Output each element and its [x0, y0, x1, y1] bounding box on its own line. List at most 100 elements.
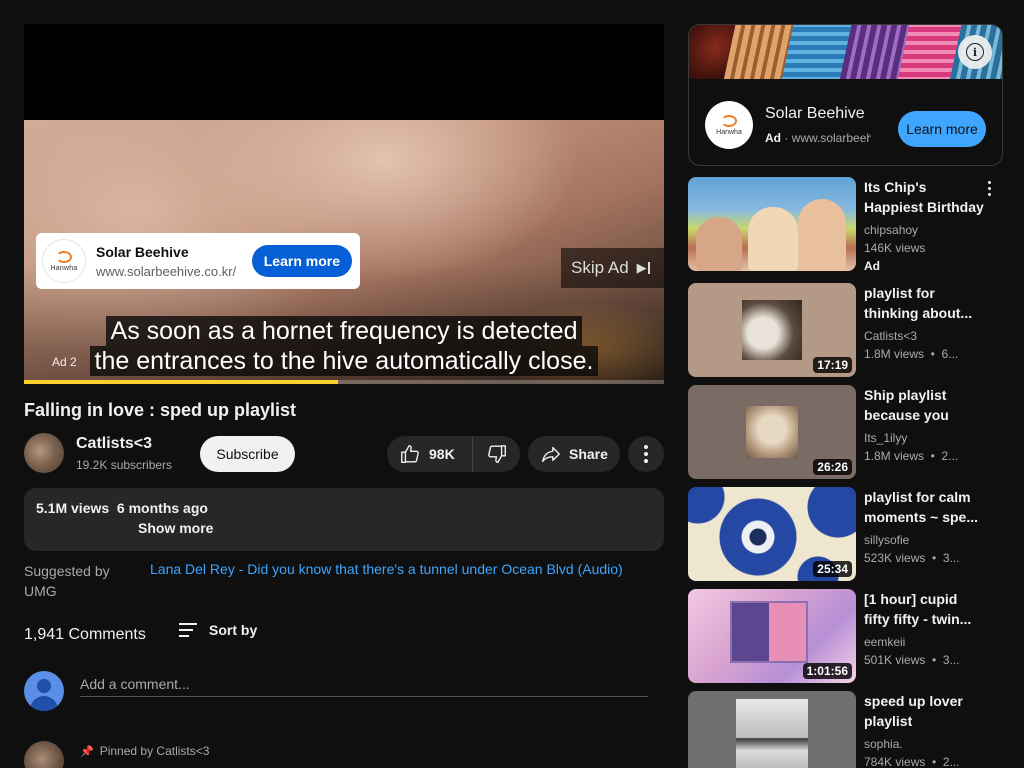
more-vert-icon — [644, 445, 648, 463]
ad-panel-url: www.solarbeehive.co.kr/ — [791, 131, 871, 145]
pinned-label: 📌 Pinned by Catlists<3 — [80, 744, 209, 758]
caption-line-2: the entrances to the hive automatically … — [89, 346, 599, 376]
recommendation-item[interactable]: speed up lover playlist sophia. 784K vie… — [688, 691, 1024, 768]
in-video-ad-card[interactable]: Hanwha Solar Beehive www.solarbeehive.co… — [36, 233, 360, 289]
recommendation-meta: 146K views — [864, 241, 926, 255]
like-button[interactable]: 98K — [387, 436, 473, 472]
more-actions-button[interactable] — [628, 436, 664, 472]
ad-tag: Ad — [765, 131, 781, 145]
thumbs-down-icon — [487, 445, 506, 463]
recommendation-channel[interactable]: Catlists<3 — [864, 329, 917, 343]
user-body-icon — [30, 696, 58, 711]
recommendation-thumbnail[interactable]: 17:19 — [688, 283, 856, 377]
add-comment-input[interactable] — [80, 671, 648, 697]
recommendation-title[interactable]: Its Chip's Happiest Birthday — [864, 177, 984, 217]
recommendation-thumbnail[interactable] — [688, 177, 856, 271]
skip-ad-label: Skip Ad — [571, 258, 629, 277]
like-dislike-group: 98K — [387, 436, 520, 472]
ad-panel-logo-brand: Hanwha — [716, 128, 742, 136]
recommendation-channel[interactable]: Its_1ilyy — [864, 431, 907, 445]
user-avatar[interactable] — [24, 671, 64, 711]
sort-icon — [179, 623, 197, 637]
channel-avatar[interactable] — [24, 433, 64, 473]
hanwha-logo: Hanwha — [705, 101, 753, 149]
show-more-button[interactable]: Show more — [138, 520, 213, 536]
share-label: Share — [569, 446, 608, 462]
hanwha-swirl-icon — [721, 114, 737, 127]
description-box[interactable]: 5.1M views 6 months ago Show more — [24, 488, 664, 551]
ad-learn-more-button[interactable]: Learn more — [251, 245, 352, 277]
pinned-label-text: Pinned by Catlists<3 — [99, 744, 210, 758]
recommendation-meta: 1.8M views • 6... — [864, 347, 959, 361]
user-head-icon — [37, 679, 51, 693]
suggested-by-label: Suggested by UMG — [24, 563, 110, 599]
ad-progress-bar[interactable] — [24, 380, 664, 384]
recommendation-thumbnail[interactable]: 1:01:56 — [688, 589, 856, 683]
recommendation-meta: 784K views • 2... — [864, 755, 960, 768]
ad-counter-label: Ad 2 — [52, 355, 77, 369]
video-duration: 26:26 — [813, 459, 852, 475]
ad-progress-fill — [24, 380, 338, 384]
recommendation-item[interactable]: 17:19 playlist for thinking about... Cat… — [688, 283, 1024, 377]
recommendation-title[interactable]: playlist for thinking about... — [864, 283, 984, 323]
recommendation-meta: 1.8M views • 2... — [864, 449, 959, 463]
recommendation-thumbnail[interactable] — [688, 691, 856, 768]
like-count: 98K — [429, 446, 455, 462]
recommendation-item[interactable]: 25:34 playlist for calm moments ~ spe...… — [688, 487, 1024, 581]
recommendation-thumbnail[interactable]: 25:34 — [688, 487, 856, 581]
recommendation-title[interactable]: [1 hour] cupid fifty fifty - twin... — [864, 589, 984, 629]
skip-ad-button[interactable]: Skip Ad ▶ — [561, 248, 664, 288]
recommendation-meta: 523K views • 3... — [864, 551, 960, 565]
ad-info-button[interactable]: i — [958, 35, 992, 69]
sort-by-label: Sort by — [209, 622, 258, 638]
info-icon: i — [966, 43, 984, 61]
caption-line-2-wrap: the entrances to the hive automatically … — [24, 346, 664, 376]
thumbs-up-icon — [401, 445, 419, 463]
recommendation-channel[interactable]: eemkeii — [864, 635, 905, 649]
video-duration: 1:01:56 — [802, 663, 852, 679]
ad-panel-title[interactable]: Solar Beehive — [765, 105, 865, 123]
recommendation-title[interactable]: Ship playlist because you are... — [864, 385, 984, 425]
video-duration: 17:19 — [813, 357, 852, 373]
subscribe-button[interactable]: Subscribe — [200, 436, 295, 472]
recommendation-title[interactable]: speed up lover playlist — [864, 691, 984, 731]
recommendation-menu-button[interactable] — [984, 181, 994, 199]
channel-name[interactable]: Catlists<3 — [76, 435, 152, 453]
video-player[interactable]: Hanwha Solar Beehive www.solarbeehive.co… — [24, 24, 664, 384]
pinned-comment-avatar[interactable] — [24, 741, 64, 768]
sort-by-button[interactable]: Sort by — [179, 622, 257, 638]
comments-count: 1,941 Comments — [24, 626, 146, 643]
recommendation-title[interactable]: playlist for calm moments ~ spe... — [864, 487, 984, 527]
caption-line-1: As soon as a hornet frequency is detecte… — [105, 316, 583, 346]
ad-panel-meta: Ad · www.solarbeehive.co.kr/ — [765, 131, 871, 145]
ad-card-title: Solar Beehive — [96, 243, 189, 260]
ad-panel-learn-more-button[interactable]: Learn more — [898, 111, 986, 147]
pin-icon: 📌 — [80, 745, 94, 758]
recommendation-item[interactable]: Its Chip's Happiest Birthday chipsahoy 1… — [688, 177, 1024, 273]
share-arrow-icon — [542, 446, 560, 463]
dislike-button[interactable] — [473, 436, 520, 472]
video-title: Falling in love : sped up playlist — [24, 400, 297, 420]
recommendation-item[interactable]: 26:26 Ship playlist because you are... I… — [688, 385, 1024, 479]
recommendation-channel[interactable]: chipsahoy — [864, 223, 918, 237]
suggested-video-link[interactable]: Lana Del Rey - Did you know that there's… — [150, 561, 623, 578]
video-duration: 25:34 — [813, 561, 852, 577]
hanwha-swirl-icon — [56, 250, 72, 263]
recommendation-channel[interactable]: sillysofie — [864, 533, 909, 547]
recommendation-thumbnail[interactable]: 26:26 — [688, 385, 856, 479]
recommendation-item[interactable]: 1:01:56 [1 hour] cupid fifty fifty - twi… — [688, 589, 1024, 683]
ad-banner-image[interactable]: i — [689, 25, 1002, 79]
more-vert-icon — [984, 181, 994, 196]
share-button[interactable]: Share — [528, 436, 620, 472]
skip-next-icon: ▶ — [637, 260, 650, 276]
hanwha-logo: Hanwha — [42, 239, 86, 283]
recommendation-channel[interactable]: sophia. — [864, 737, 903, 751]
sidebar-ad-panel[interactable]: i Hanwha Solar Beehive Ad · www.solarbee… — [688, 24, 1003, 166]
subscriber-count: 19.2K subscribers — [76, 458, 173, 472]
ad-badge: Ad — [864, 259, 880, 273]
caption-line-1-wrap: As soon as a hornet frequency is detecte… — [24, 316, 664, 346]
ad-card-url[interactable]: www.solarbeehive.co.kr/ — [96, 264, 252, 279]
recommendation-meta: 501K views • 3... — [864, 653, 960, 667]
views-and-date: 5.1M views 6 months ago — [36, 500, 208, 516]
ad-logo-brand: Hanwha — [50, 264, 78, 272]
